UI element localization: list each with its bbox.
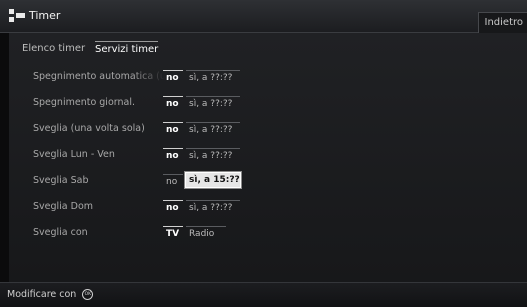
footer-hint: Modificare con OK (7, 289, 93, 300)
row-label-sveglia-lun-ven: Sveglia Lun - Ven (33, 149, 165, 160)
back-button[interactable]: Indietro (478, 12, 527, 33)
tab-servizi-timer[interactable]: Servizi timer (95, 41, 158, 58)
row-label-sveglia-una-volta: Sveglia (una volta sola) (33, 123, 165, 134)
option-no[interactable]: no (163, 96, 183, 110)
row-label-sveglia-con: Sveglia con (33, 227, 165, 238)
option-no[interactable]: no (163, 70, 183, 84)
option-tv[interactable]: TV (163, 226, 183, 240)
option-si[interactable]: sì, a ??:?? (186, 200, 240, 214)
main-panel: Elenco timer Servizi timer Spegnimento a… (9, 33, 527, 282)
row-label-sveglia-sab: Sveglia Sab (33, 175, 165, 186)
option-no[interactable]: no (163, 122, 183, 136)
row-label-spegnimento-automatico: Spegnimento automatica (una (33, 71, 165, 82)
option-si[interactable]: sì, a ??:?? (186, 70, 240, 84)
timer-app-icon (9, 9, 25, 23)
option-no[interactable]: no (163, 174, 183, 188)
page-title: Timer (29, 9, 60, 22)
option-si[interactable]: sì, a ??:?? (186, 122, 240, 136)
option-no[interactable]: no (163, 200, 183, 214)
option-no[interactable]: no (163, 148, 183, 162)
row-label-sveglia-dom: Sveglia Dom (33, 201, 165, 212)
footer-hint-text: Modificare con (7, 289, 76, 300)
row-label-spegnimento-giornaliero: Spegnimento giornal. (33, 97, 165, 108)
footer-bar: Modificare con OK (0, 282, 527, 307)
option-si[interactable]: sì, a ??:?? (186, 148, 240, 162)
option-si-focused[interactable]: sì, a 15:?? (185, 172, 241, 188)
ok-button-icon: OK (82, 289, 93, 300)
title-bar: Timer Indietro (0, 0, 527, 33)
tab-elenco-timer[interactable]: Elenco timer (22, 41, 85, 57)
option-radio[interactable]: Radio (186, 226, 226, 240)
option-si[interactable]: sì, a ??:?? (186, 96, 240, 110)
